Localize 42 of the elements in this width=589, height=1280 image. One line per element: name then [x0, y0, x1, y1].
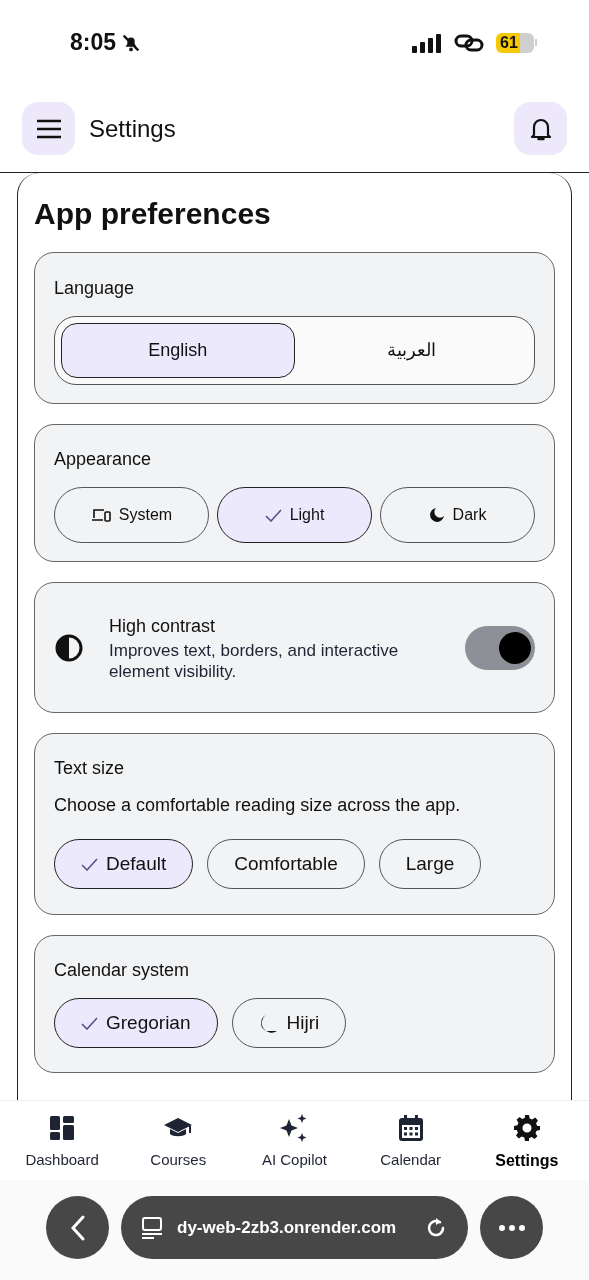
- status-time: 8:05: [70, 28, 117, 58]
- nav-tab[interactable]: AI Copilot: [239, 1113, 350, 1172]
- nav-tab[interactable]: Courses: [123, 1113, 234, 1172]
- section-label: Language: [54, 277, 136, 300]
- check-icon: [264, 508, 282, 522]
- address-bar[interactable]: dy-web-2zb3.onrender.com: [121, 1196, 468, 1259]
- nav-tab[interactable]: Settings: [471, 1113, 582, 1173]
- battery-level: 61: [496, 32, 534, 53]
- moon-icon: [428, 507, 445, 523]
- link-icon: [454, 32, 484, 53]
- option-chip[interactable]: Gregorian: [54, 998, 218, 1048]
- settings-icon: [512, 1114, 541, 1142]
- option-chip[interactable]: Default: [54, 839, 194, 889]
- setting-title: High contrast: [109, 615, 217, 638]
- section-label: Appearance: [54, 448, 153, 471]
- more-icon: [497, 1223, 526, 1232]
- back-icon: [69, 1214, 86, 1241]
- check-icon: [81, 857, 98, 871]
- devices-icon: [90, 508, 111, 522]
- menu-icon: [35, 118, 62, 139]
- section-title: App preferences: [34, 196, 272, 232]
- page-icon: [141, 1215, 163, 1240]
- signal-icon: [412, 32, 442, 53]
- url-text: dy-web-2zb3.onrender.com: [177, 1216, 398, 1239]
- calendar-icon: [397, 1114, 424, 1142]
- section-label: Calendar system: [54, 959, 191, 982]
- language-option[interactable]: English: [61, 323, 295, 378]
- notifications-button[interactable]: [514, 102, 567, 155]
- option-chip[interactable]: Light: [217, 487, 372, 543]
- setting-description: Choose a comfortable reading size across the app.: [54, 794, 462, 817]
- nav-tab[interactable]: Dashboard: [7, 1113, 118, 1172]
- dashboard-icon: [49, 1115, 76, 1141]
- option-chip[interactable]: Comfortable: [207, 839, 365, 889]
- setting-description: Improves text, borders, and interactive element visibility.: [109, 640, 400, 682]
- page-title: Settings: [89, 113, 176, 144]
- contrast-icon: [54, 632, 84, 663]
- high-contrast-toggle[interactable]: [465, 625, 535, 670]
- check-icon: [81, 1016, 98, 1030]
- section-label: Text size: [54, 757, 126, 780]
- language-option[interactable]: العربية: [294, 323, 528, 378]
- menu-button[interactable]: [22, 102, 75, 155]
- nav-tab[interactable]: Calendar: [355, 1113, 466, 1172]
